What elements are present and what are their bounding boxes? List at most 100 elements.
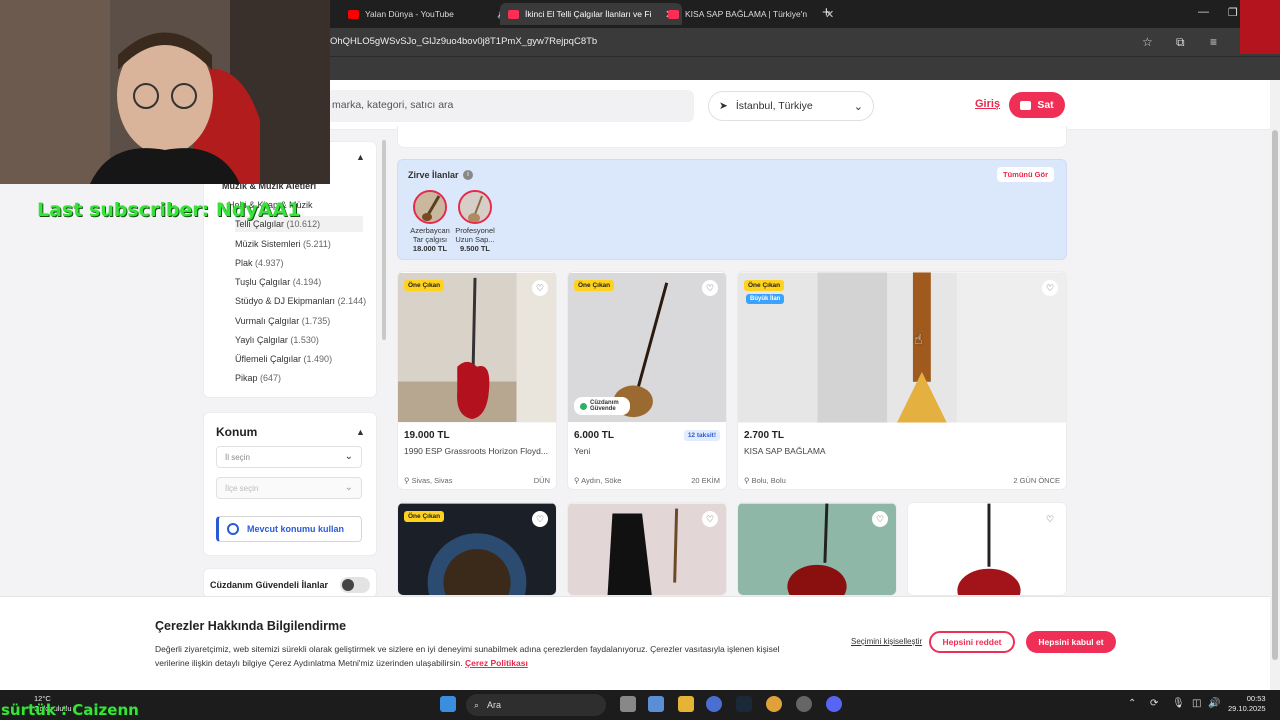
favorite-heart-icon[interactable]: ♡ bbox=[1042, 511, 1058, 527]
last-subscriber-overlay: Last subscriber: NdyAA1 bbox=[37, 199, 301, 221]
cookie-policy-link[interactable]: Çerez Politikası bbox=[465, 658, 528, 668]
favorite-heart-icon[interactable]: ♡ bbox=[702, 280, 718, 296]
district-select[interactable]: İlçe seçin ⌄ bbox=[216, 477, 362, 499]
listing-card[interactable]: Öne Çıkan ♡ bbox=[397, 502, 557, 596]
info-icon[interactable]: i bbox=[463, 170, 473, 180]
clock[interactable]: 00:53 29.10.2025 bbox=[1228, 694, 1266, 714]
category-scrollbar[interactable] bbox=[382, 140, 386, 340]
listing-card-large[interactable]: Öne Çıkan Büyük İlan ♡ 2.700 TL KISA SAP… bbox=[737, 271, 1067, 490]
category-count: (4.937) bbox=[255, 258, 284, 268]
favorite-heart-icon[interactable]: ♡ bbox=[532, 280, 548, 296]
chrome-icon[interactable] bbox=[766, 696, 782, 712]
wallet-safe-label: Cüzdanım Güvende bbox=[590, 400, 619, 412]
category-label: Üflemeli Çalgılar bbox=[235, 354, 302, 364]
taskbar-search[interactable]: ⌕ Ara bbox=[466, 694, 606, 716]
steam-icon[interactable] bbox=[736, 696, 752, 712]
minimize-button[interactable]: — bbox=[1198, 6, 1209, 18]
app-icon[interactable] bbox=[706, 696, 722, 712]
location-selector[interactable]: ➤ İstanbul, Türkiye ⌄ bbox=[708, 91, 874, 121]
favorite-heart-icon[interactable]: ♡ bbox=[1042, 280, 1058, 296]
youtube-icon bbox=[348, 9, 359, 19]
task-view-icon[interactable] bbox=[620, 696, 636, 712]
reject-all-button[interactable]: Hepsini reddet bbox=[929, 631, 1015, 653]
province-placeholder: İl seçin bbox=[225, 453, 250, 462]
accept-all-button[interactable]: Hepsini kabul et bbox=[1026, 631, 1116, 653]
favorite-heart-icon[interactable]: ♡ bbox=[702, 511, 718, 527]
site-favicon-icon bbox=[668, 9, 679, 19]
category-item-uflemeli[interactable]: Üflemeli Çalgılar (1.490) bbox=[235, 354, 332, 364]
network-icon[interactable]: ⟳ bbox=[1150, 698, 1158, 709]
category-item-plak[interactable]: Plak (4.937) bbox=[235, 258, 284, 268]
category-item-yayli[interactable]: Yaylı Çalgılar (1.530) bbox=[235, 335, 319, 345]
media-icon[interactable]: ≡ bbox=[1210, 35, 1217, 49]
favorite-heart-icon[interactable]: ♡ bbox=[872, 511, 888, 527]
listing-price: 19.000 TL bbox=[404, 430, 450, 441]
tab-kisa-sap-baglama[interactable]: KISA SAP BAĞLAMA | Türkiye'n ✕ bbox=[660, 3, 842, 25]
featured-thumb-uzun-sap[interactable] bbox=[458, 190, 492, 224]
category-count: (1.735) bbox=[301, 316, 331, 326]
restore-button[interactable]: ❐ bbox=[1228, 6, 1238, 19]
taskbar-search-label: Ara bbox=[487, 700, 502, 710]
featured-line2: Uzun Sap... bbox=[455, 235, 495, 244]
url-field[interactable]: OhQHLO5gWSvSJo_GlJz9uo4bov0j8T1PmX_gyw7R… bbox=[330, 36, 597, 47]
crosshair-icon bbox=[227, 523, 239, 535]
featured-thumb-tar[interactable] bbox=[413, 190, 447, 224]
listing-location-text: Bolu, Bolu bbox=[751, 476, 786, 485]
tab-letgo-listings[interactable]: İkinci El Telli Çalgılar İlanları ve Fi … bbox=[500, 3, 683, 25]
listing-title: KISA SAP BAĞLAMA bbox=[744, 446, 826, 456]
category-item-pikap[interactable]: Pikap (647) bbox=[235, 373, 281, 383]
listing-title: 1990 ESP Grassroots Horizon Floyd... bbox=[404, 446, 548, 456]
district-placeholder: İlçe seçin bbox=[225, 484, 259, 493]
search-input[interactable]: marka, kategori, satıcı ara bbox=[326, 90, 694, 122]
tray-chevron-icon[interactable]: ⌃ bbox=[1128, 698, 1136, 709]
windows-start-icon[interactable] bbox=[440, 696, 456, 712]
listing-location: ⚲ Sivas, Sivas bbox=[404, 476, 452, 485]
province-select[interactable]: İl seçin ⌄ bbox=[216, 446, 362, 468]
see-all-button[interactable]: Tümünü Gör bbox=[997, 167, 1054, 182]
cookie-customize-link[interactable]: Seçimini kişiselleştir bbox=[851, 637, 922, 646]
category-label: Pikap bbox=[235, 373, 258, 383]
location-filter-title: Konum bbox=[216, 425, 258, 439]
file-explorer-icon[interactable] bbox=[678, 696, 694, 712]
listing-title: Yeni bbox=[574, 446, 591, 456]
wallet-filter-label: Cüzdanım Güvendeli İlanlar bbox=[210, 580, 329, 590]
wifi-icon[interactable]: ◫ bbox=[1192, 698, 1201, 709]
discord-icon[interactable] bbox=[826, 696, 842, 712]
login-link[interactable]: Giriş bbox=[975, 98, 1000, 110]
wallet-filter-toggle[interactable] bbox=[340, 577, 370, 593]
webcam-feed-image bbox=[0, 0, 330, 184]
listing-card[interactable]: Öne Çıkan ♡ 19.000 TL 1990 ESP Grassroot… bbox=[397, 271, 557, 490]
bookmark-star-icon[interactable]: ☆ bbox=[1142, 35, 1153, 49]
extensions-icon[interactable]: ⧉ bbox=[1176, 35, 1185, 50]
sell-button[interactable]: Sat bbox=[1009, 92, 1065, 118]
category-item-vurmali[interactable]: Vurmalı Çalgılar (1.735) bbox=[235, 316, 330, 326]
featured-caption-tar[interactable]: Azerbaycan Tar çalgısı 18.000 TL bbox=[405, 226, 455, 253]
category-item-muzik-sistemleri[interactable]: Müzik Sistemleri (5.211) bbox=[235, 239, 331, 249]
page-scrollbar[interactable] bbox=[1270, 80, 1280, 690]
chevron-up-icon[interactable]: ▲ bbox=[356, 152, 365, 162]
use-current-location-button[interactable]: Mevcut konumu kullan bbox=[216, 516, 362, 542]
current-location-label: Mevcut konumu kullan bbox=[247, 524, 345, 534]
obs-icon[interactable] bbox=[796, 696, 812, 712]
listing-card[interactable]: ♡ bbox=[737, 502, 897, 596]
listing-card[interactable]: ♡ bbox=[567, 502, 727, 596]
sell-label: Sat bbox=[1037, 99, 1054, 111]
listing-location-text: Aydın, Söke bbox=[581, 476, 622, 485]
category-item-tuslu[interactable]: Tuşlu Çalgılar (4.194) bbox=[235, 277, 321, 287]
chevron-up-icon[interactable]: ▲ bbox=[356, 427, 365, 437]
listing-card[interactable]: Öne Çıkan ♡ Cüzdanım Güvende 6.000 TL 12… bbox=[567, 271, 727, 490]
volume-icon[interactable]: 🔊 bbox=[1208, 698, 1220, 709]
windows-taskbar bbox=[0, 690, 1280, 720]
microphone-icon[interactable]: 🎙 bbox=[1172, 698, 1185, 709]
featured-caption-uzun-sap[interactable]: Profesyonel Uzun Sap... 9.500 TL bbox=[450, 226, 500, 253]
category-item-studyo[interactable]: Stüdyo & DJ Ekipmanları (2.144) bbox=[235, 296, 366, 306]
listing-card[interactable]: ♡ bbox=[907, 502, 1067, 596]
featured-badge: Öne Çıkan bbox=[404, 280, 445, 291]
chevron-down-icon: ⌄ bbox=[344, 482, 353, 493]
favorite-heart-icon[interactable]: ♡ bbox=[532, 511, 548, 527]
listing-location: ⚲ Aydın, Söke bbox=[574, 476, 621, 485]
calculator-icon[interactable] bbox=[648, 696, 664, 712]
new-tab-button[interactable]: + bbox=[822, 4, 831, 21]
page-scrollbar-thumb[interactable] bbox=[1272, 130, 1278, 660]
chevron-down-icon: ⌄ bbox=[344, 451, 353, 462]
